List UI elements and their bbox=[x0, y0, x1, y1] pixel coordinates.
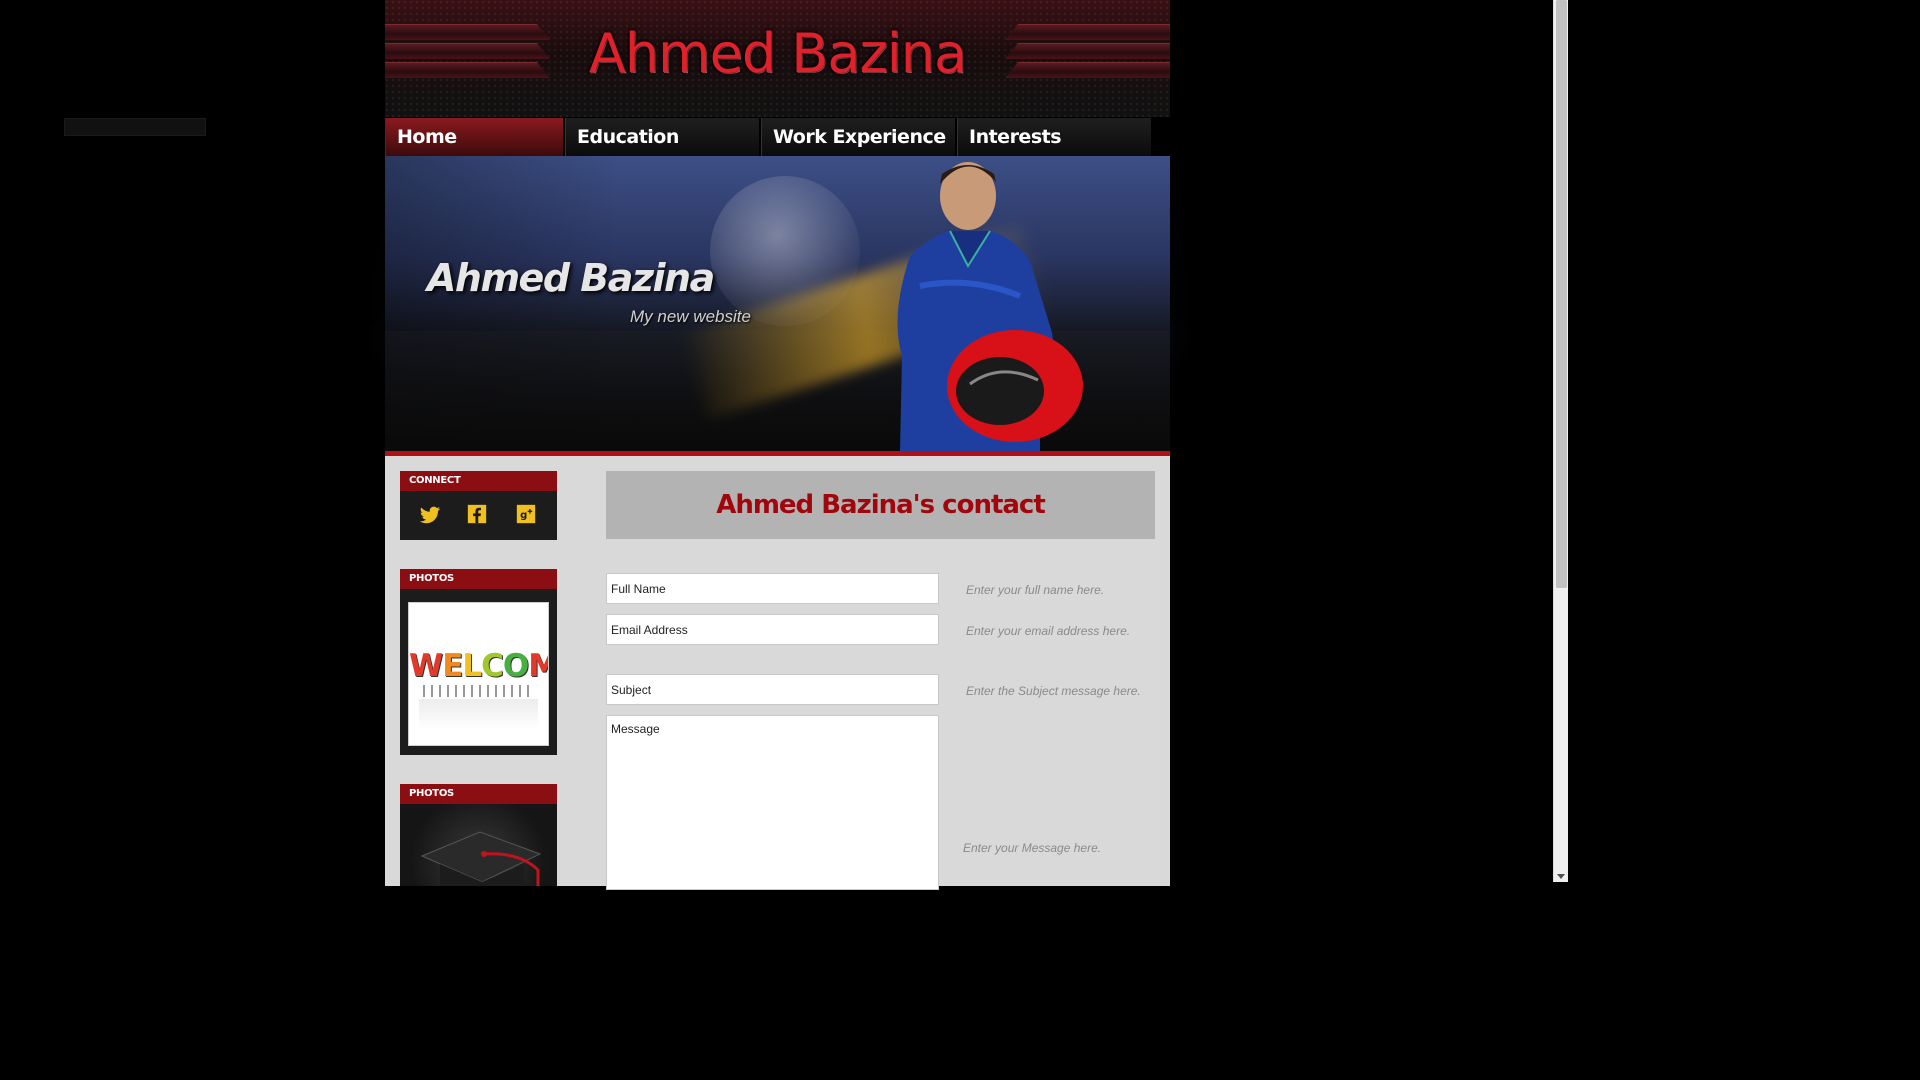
photos-heading-2: PHOTOS bbox=[400, 784, 557, 804]
site-header: Ahmed Bazina bbox=[385, 0, 1170, 118]
graduation-cap-icon bbox=[420, 831, 542, 886]
welcome-photo[interactable]: WELCOME bbox=[408, 602, 549, 746]
page-scrollbar[interactable] bbox=[1553, 0, 1568, 882]
hero-banner: Ahmed Bazina My new website bbox=[385, 156, 1170, 451]
message-hint: Enter your Message here. bbox=[963, 841, 1102, 855]
facebook-icon[interactable] bbox=[467, 504, 489, 526]
full-name-field[interactable] bbox=[606, 573, 939, 604]
contact-header: Ahmed Bazina's contact bbox=[606, 471, 1155, 539]
nav-item-education[interactable]: Education bbox=[565, 118, 761, 156]
main-content: CONNECT g PHOTOS WELCOME P bbox=[385, 456, 1170, 890]
social-links: g bbox=[400, 491, 557, 539]
banner-title: Ahmed Bazina bbox=[427, 256, 715, 300]
driver-image bbox=[897, 162, 1083, 451]
welcome-image-text: WELCOME bbox=[409, 648, 548, 684]
google-plus-icon[interactable]: g bbox=[516, 504, 538, 526]
nav-item-home[interactable]: Home bbox=[385, 118, 565, 156]
full-name-hint: Enter your full name here. bbox=[966, 583, 1105, 597]
ghost-widget bbox=[64, 118, 206, 136]
svg-text:g: g bbox=[520, 510, 527, 521]
connect-widget: CONNECT g bbox=[400, 471, 557, 540]
graduation-cap-photo[interactable] bbox=[400, 804, 557, 886]
banner-subtitle: My new website bbox=[630, 307, 751, 326]
subject-hint: Enter the Subject message here. bbox=[966, 684, 1141, 698]
nav-item-interests[interactable]: Interests bbox=[957, 118, 1153, 156]
photos-widget: PHOTOS WELCOME bbox=[400, 569, 557, 755]
scrollbar-thumb[interactable] bbox=[1556, 0, 1567, 588]
connect-heading: CONNECT bbox=[400, 471, 557, 491]
email-hint: Enter your email address here. bbox=[966, 624, 1131, 638]
message-field[interactable] bbox=[606, 715, 939, 890]
site-container: Ahmed Bazina Home Education Work Experie… bbox=[385, 0, 1170, 890]
twitter-icon[interactable] bbox=[419, 504, 441, 526]
main-nav: Home Education Work Experience Interests bbox=[385, 118, 1170, 156]
page-title: Ahmed Bazina's contact bbox=[716, 490, 1046, 520]
site-title[interactable]: Ahmed Bazina bbox=[385, 22, 1170, 85]
subject-field[interactable] bbox=[606, 674, 939, 705]
photos-widget-2: PHOTOS bbox=[400, 784, 557, 886]
nav-item-work-experience[interactable]: Work Experience bbox=[761, 118, 957, 156]
photos-heading: PHOTOS bbox=[400, 569, 557, 589]
scroll-down-icon[interactable] bbox=[1557, 874, 1565, 879]
email-field[interactable] bbox=[606, 614, 939, 645]
